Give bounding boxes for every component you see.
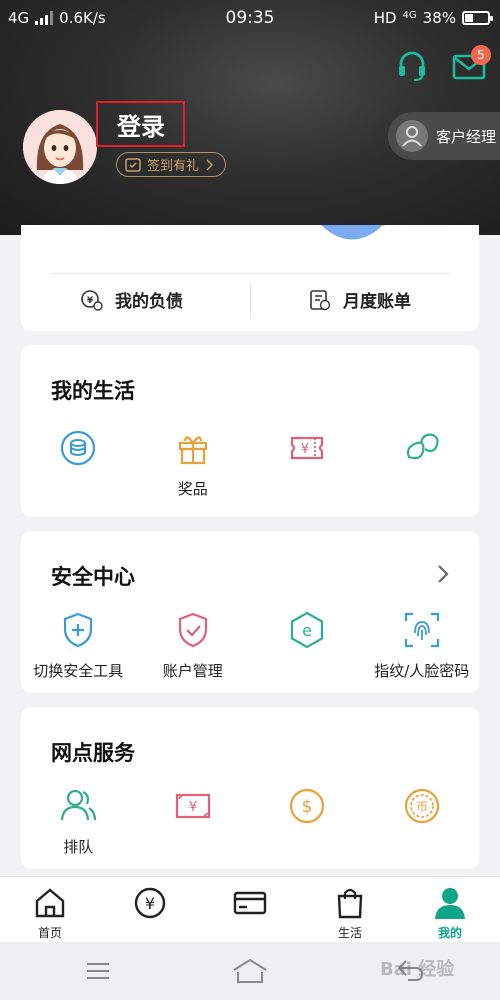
divider (250, 283, 251, 319)
battery-percent: 38% (422, 9, 456, 27)
yen-icon: ¥ (134, 887, 166, 919)
network-indicator-right: 4G (402, 9, 417, 21)
my-debt-label: 我的负债 (115, 292, 183, 312)
fingerprint-icon (404, 612, 439, 648)
branch-item-label: 排队 (63, 838, 94, 856)
tab-home[interactable]: 首页 (0, 877, 100, 942)
life-item[interactable] (21, 429, 136, 499)
branch-item[interactable]: $ (250, 787, 365, 857)
profile-header: 4G 0.6K/s 09:35 HD 4G 38% 5 登录 签到有礼 客户经理 (0, 0, 500, 235)
branch-item[interactable]: ¥ (136, 787, 251, 857)
shopping-bag-icon (337, 888, 363, 919)
card-title: 我的生活 (51, 379, 135, 403)
status-bar: 4G 0.6K/s 09:35 HD 4G 38% (0, 0, 500, 36)
svg-text:¥: ¥ (145, 894, 155, 913)
calendar-icon (125, 158, 141, 172)
headset-icon[interactable] (396, 50, 428, 82)
svg-text:e: e (302, 621, 312, 640)
life-item-label: 奖品 (177, 480, 208, 498)
avatar-girl-icon (23, 110, 97, 184)
e-hexagon-icon: e (291, 611, 324, 649)
tab-card[interactable] (200, 877, 300, 942)
my-debt-button[interactable]: ¥ 我的负债 (81, 287, 183, 312)
debt-icon: ¥ (81, 289, 103, 311)
cash-icon: ¥ (175, 793, 210, 819)
life-item[interactable]: ¥ (250, 429, 365, 499)
svg-text:¥: ¥ (87, 296, 94, 306)
security-item[interactable]: e (250, 611, 365, 681)
security-item-label: 账户管理 (162, 662, 223, 680)
queue-service[interactable]: 排队 (21, 787, 136, 857)
card-title: 安全中心 (51, 565, 135, 589)
tab-label: 首页 (37, 926, 62, 940)
coins-icon (61, 430, 96, 466)
login-link[interactable]: 登录 (117, 107, 165, 142)
tab-finance[interactable]: ¥ (100, 877, 200, 942)
svg-text:¥: ¥ (189, 800, 197, 815)
chevron-right-icon[interactable] (435, 563, 451, 585)
person-icon (435, 888, 465, 919)
manager-avatar-icon (396, 120, 428, 152)
tab-label: 我的 (437, 926, 462, 940)
signin-label: 签到有礼 (147, 159, 200, 174)
ticket-icon: ¥ (291, 436, 324, 460)
beans-icon (406, 433, 439, 460)
avatar[interactable] (23, 110, 97, 184)
finance-card: ¥ 我的负债 月度账单 (21, 225, 479, 331)
monthly-bill-button[interactable]: 月度账单 (309, 287, 411, 312)
security-center-card: 安全中心 切换安全工具 账户管理 e 指纹/人脸密码 (21, 531, 479, 693)
bottom-tab-bar: 首页 ¥ 生活 我的 (0, 876, 500, 942)
security-item-label: 指纹/人脸密码 (374, 662, 470, 680)
menu-icon[interactable] (86, 962, 110, 980)
customer-manager-button[interactable]: 客户经理 (388, 112, 500, 160)
my-life-card: 我的生活 奖品 ¥ (21, 345, 479, 517)
card-title: 网点服务 (51, 741, 135, 765)
asset-chart-peek (321, 225, 386, 240)
manager-label: 客户经理 (436, 127, 497, 146)
watermark: Bai 经验 (380, 959, 455, 980)
gift-icon (178, 436, 207, 465)
monthly-bill-label: 月度账单 (343, 292, 411, 312)
shield-check-icon (178, 612, 207, 648)
life-item[interactable] (365, 429, 480, 499)
svg-text:币: 币 (416, 800, 428, 814)
security-item-label: 切换安全工具 (33, 662, 124, 680)
message-count-badge: 5 (471, 45, 491, 65)
svg-text:¥: ¥ (301, 442, 309, 457)
tab-mine[interactable]: 我的 (400, 877, 500, 942)
tab-label: 生活 (337, 926, 362, 940)
tab-life[interactable]: 生活 (300, 877, 400, 942)
home-icon (35, 888, 65, 918)
branch-services-card: 网点服务 排队 ¥ $ 币 (21, 707, 479, 869)
home-nav-icon[interactable] (232, 958, 268, 984)
fingerprint-face-password[interactable]: 指纹/人脸密码 (365, 611, 480, 681)
coin-bi-icon: 币 (404, 788, 439, 824)
battery-icon (462, 11, 493, 25)
coin-dollar-icon: $ (290, 788, 325, 824)
life-item-prizes[interactable]: 奖品 (136, 429, 251, 499)
queue-icon (61, 789, 97, 821)
shield-plus-icon (64, 612, 93, 648)
switch-security-tool[interactable]: 切换安全工具 (21, 611, 136, 681)
card-icon (233, 891, 267, 915)
signin-reward-button[interactable]: 签到有礼 (116, 152, 226, 177)
svg-text:$: $ (302, 797, 313, 817)
branch-item[interactable]: 币 (365, 787, 480, 857)
bill-icon (310, 289, 331, 310)
divider (51, 273, 449, 274)
chevron-right-icon (206, 158, 214, 171)
hd-indicator: HD (373, 9, 397, 27)
account-management[interactable]: 账户管理 (136, 611, 251, 681)
